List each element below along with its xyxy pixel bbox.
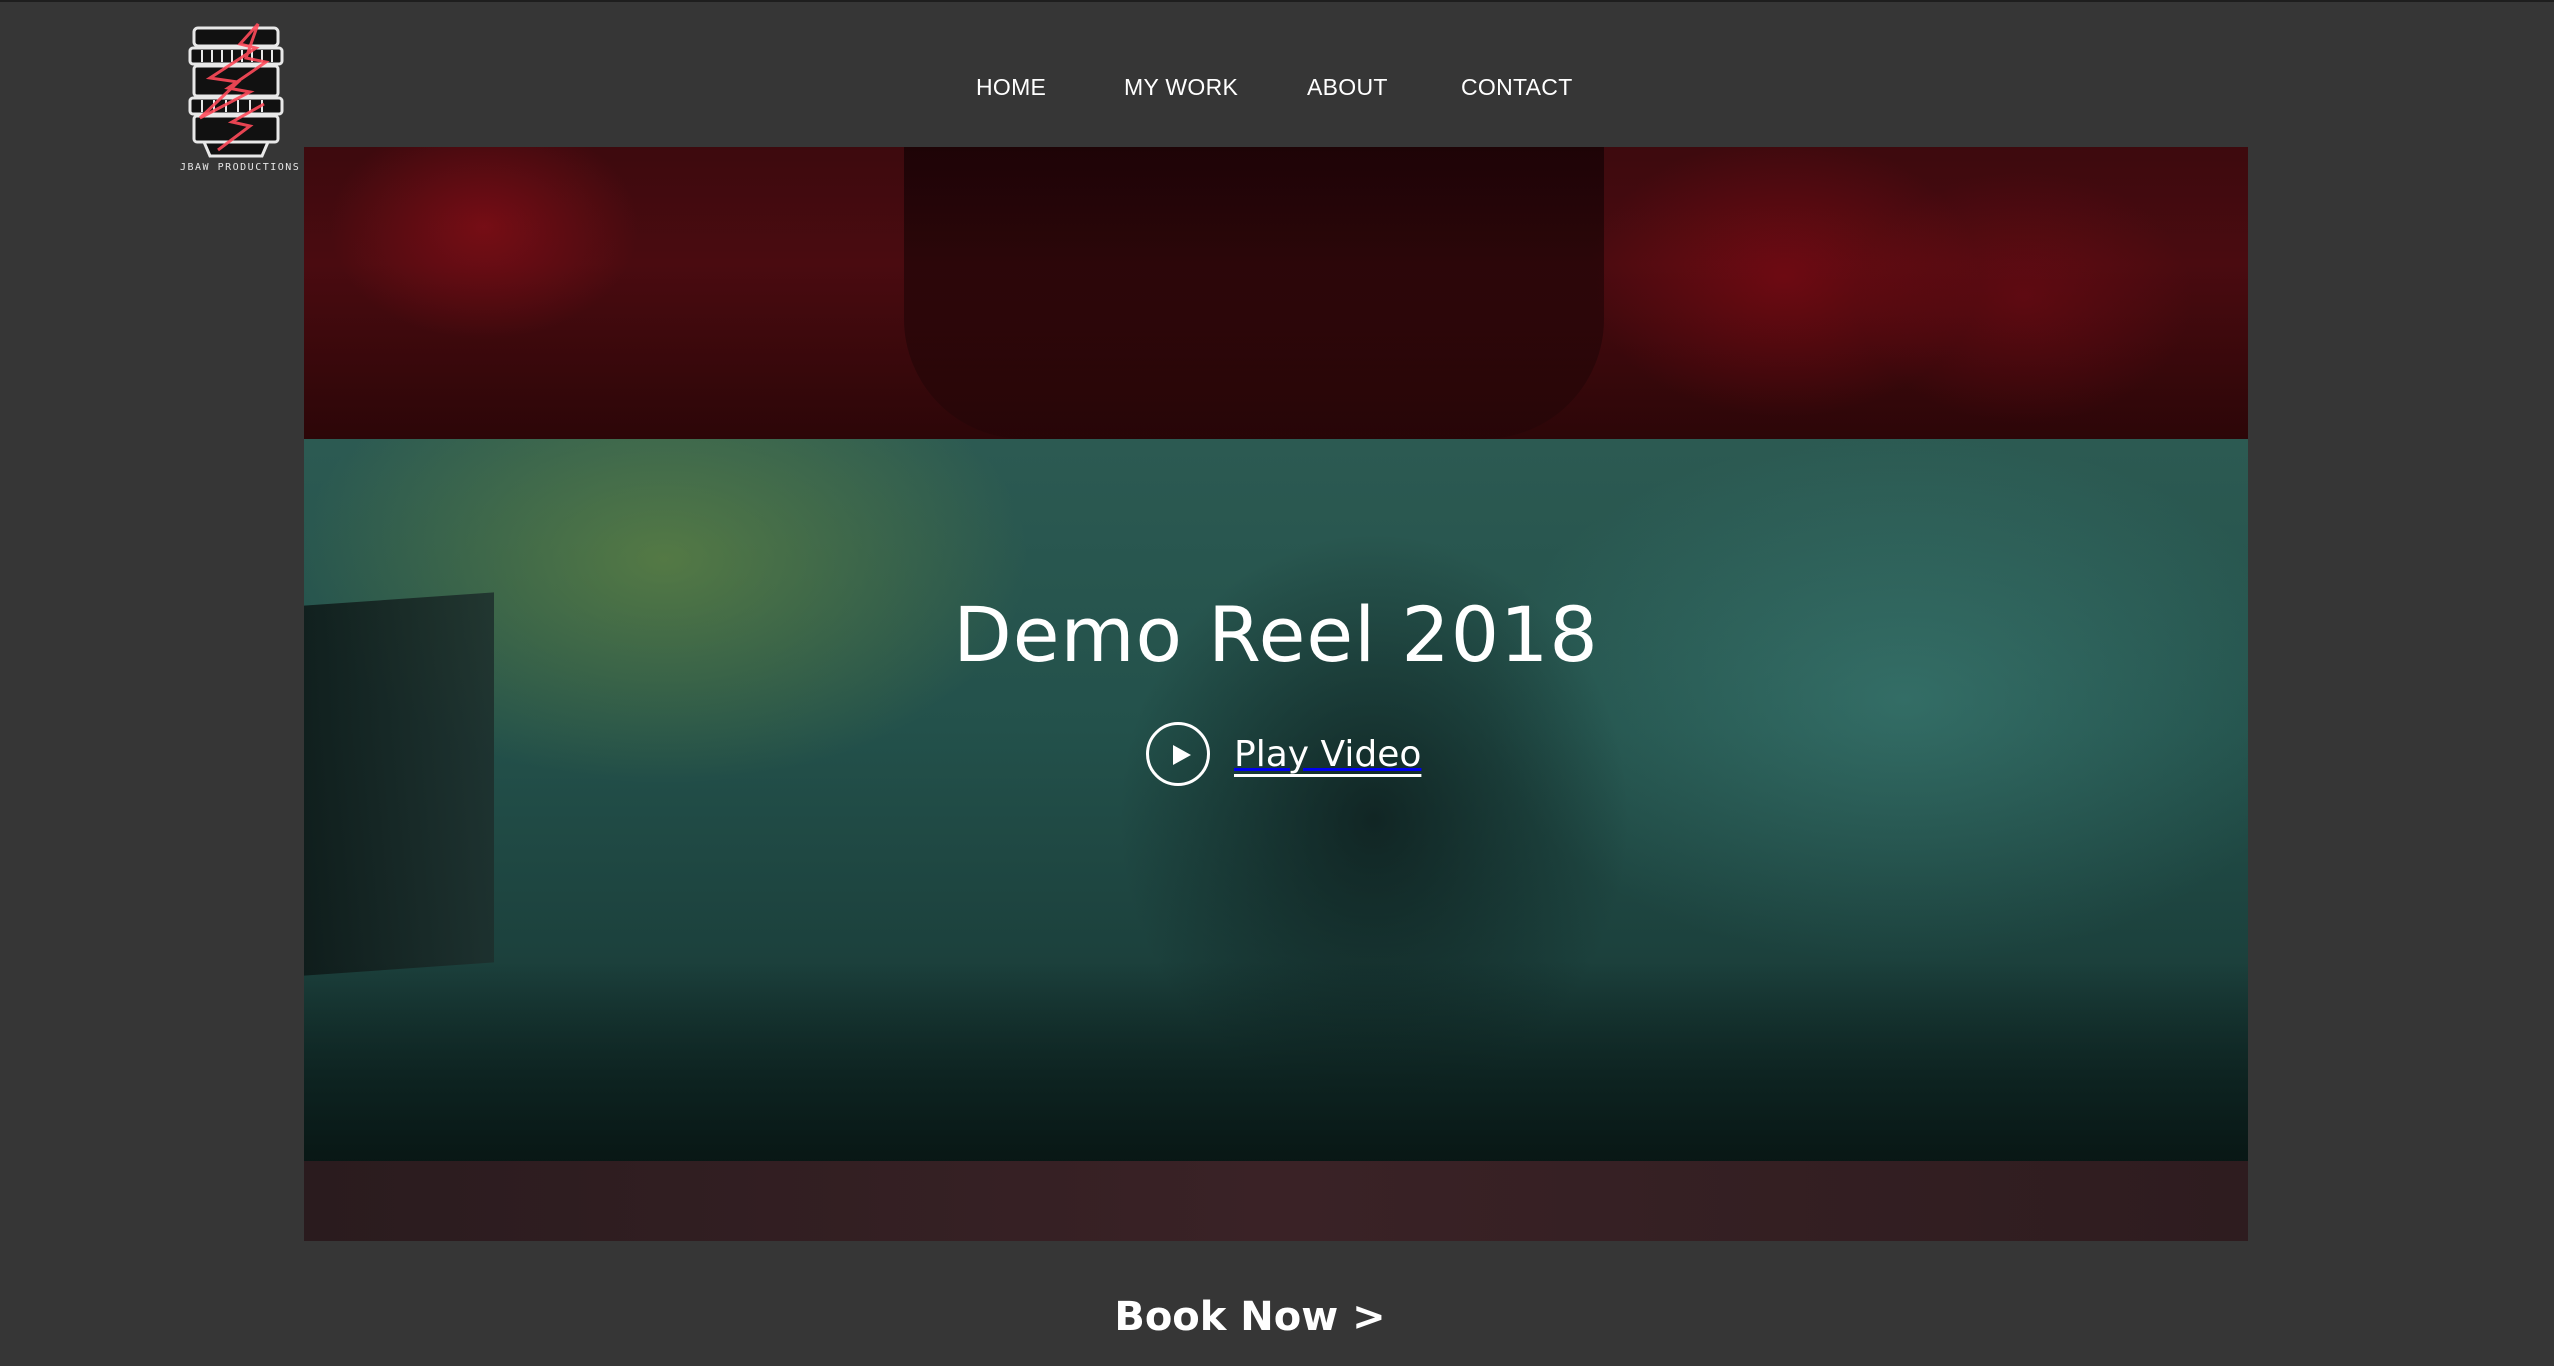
hero-title: Demo Reel 2018 [953,590,1599,679]
brand-name: JBAW PRODUCTIONS [180,162,301,173]
play-video-label[interactable]: Play Video [1234,734,1421,775]
play-icon[interactable] [1146,722,1210,786]
lens-lightning-icon [188,22,284,158]
nav-item-contact[interactable]: CONTACT [1461,74,1573,101]
hero-figure-silhouette [904,147,1604,439]
hero-image-stage [304,439,2248,1161]
hero-image-bottom [304,1161,2248,1241]
brand-logo[interactable]: JBAW PRODUCTIONS [180,22,301,180]
page: JBAW PRODUCTIONS HOME MY WORK ABOUT CONT… [0,0,2554,1366]
nav-item-home[interactable]: HOME [976,74,1046,101]
hero-image-top [304,147,2248,439]
nav-item-my-work[interactable]: MY WORK [1124,74,1238,101]
book-now-link[interactable]: Book Now > [0,1294,2500,1340]
nav-item-about[interactable]: ABOUT [1307,74,1388,101]
play-video-button[interactable]: Play Video [1146,722,1421,786]
hero-crowd [304,961,2248,1161]
hero-video[interactable]: Demo Reel 2018 Play Video [304,147,2248,1241]
